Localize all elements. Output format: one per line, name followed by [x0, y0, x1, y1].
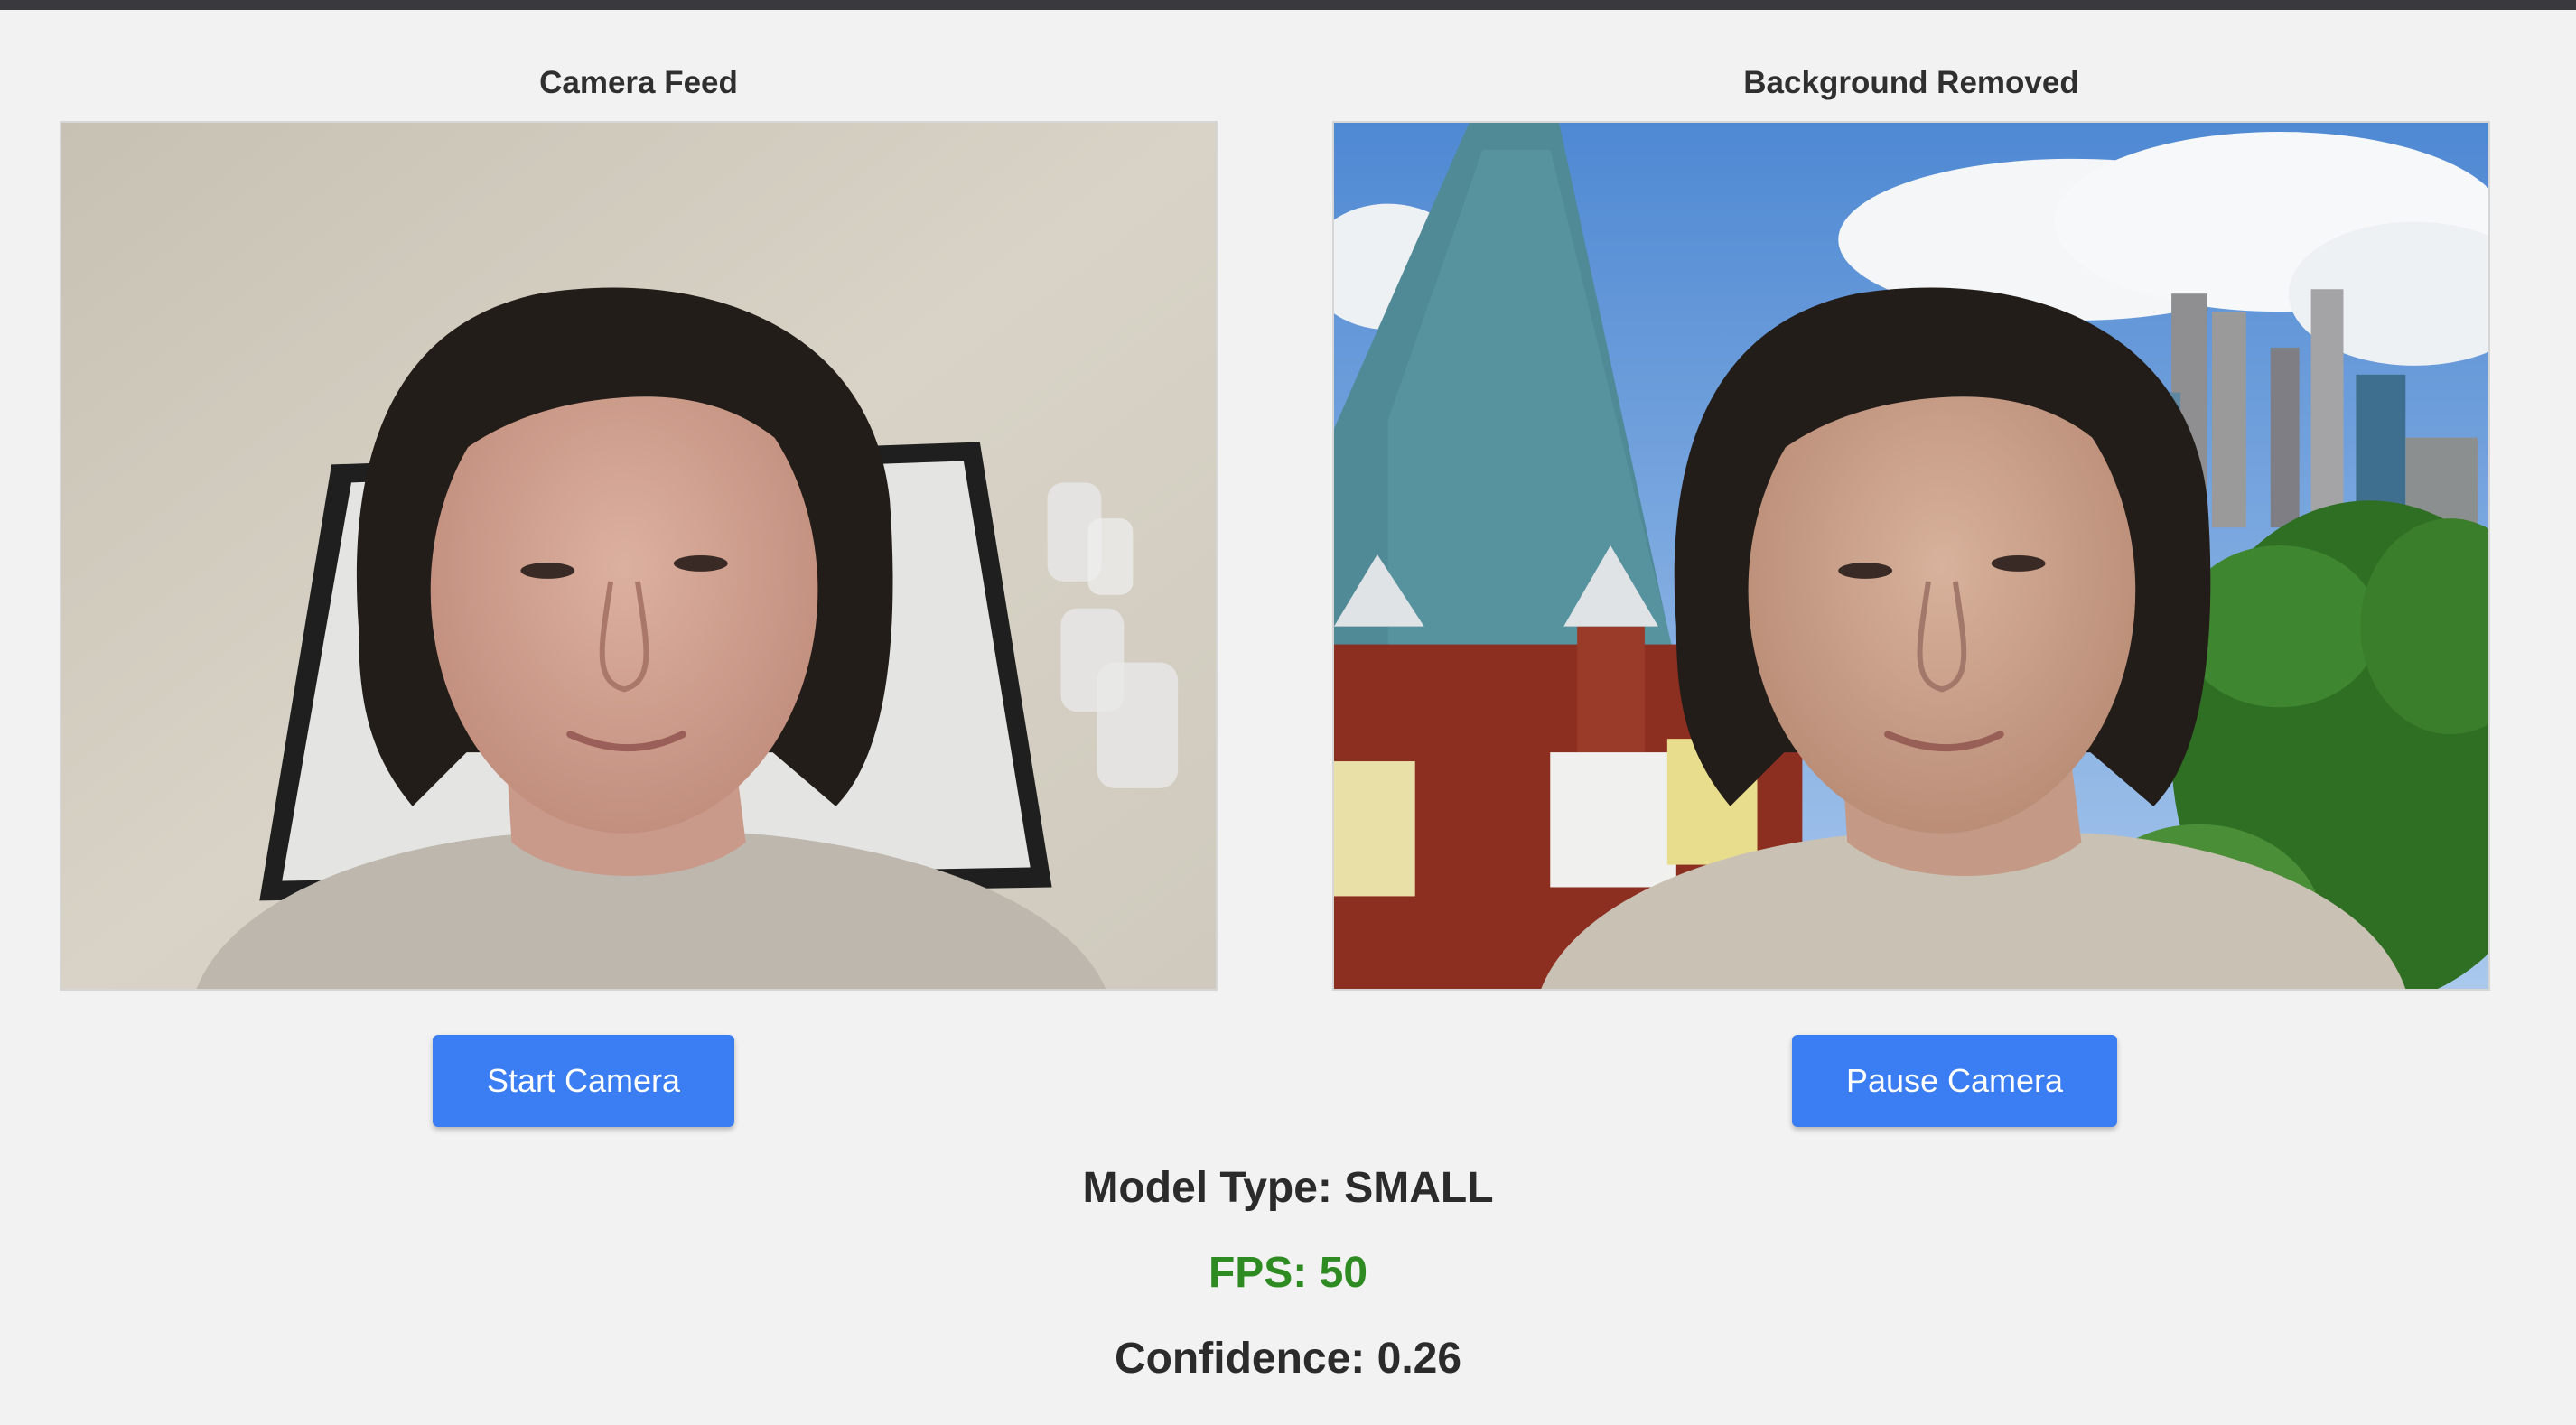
camera-feed-image	[61, 123, 1216, 989]
model-type-stat: Model Type: SMALL	[0, 1161, 2576, 1215]
background-removed-title: Background Removed	[1743, 65, 2079, 100]
pause-camera-button[interactable]: Pause Camera	[1792, 1035, 2117, 1127]
fps-label: FPS:	[1208, 1249, 1308, 1297]
confidence-stat: Confidence: 0.26	[0, 1332, 2576, 1386]
background-removed-video	[1332, 121, 2490, 991]
camera-feed-video	[60, 121, 1218, 991]
start-camera-button[interactable]: Start Camera	[433, 1035, 734, 1127]
camera-feed-title: Camera Feed	[539, 65, 738, 100]
confidence-value: 0.26	[1377, 1335, 1462, 1383]
confidence-label: Confidence:	[1114, 1335, 1366, 1383]
model-type-value: SMALL	[1344, 1164, 1494, 1212]
window-top-bar	[0, 0, 2576, 10]
background-removed-image	[1334, 123, 2488, 989]
fps-value: 50	[1319, 1249, 1368, 1297]
model-type-label: Model Type:	[1082, 1164, 1332, 1212]
fps-stat: FPS: 50	[0, 1246, 2576, 1300]
